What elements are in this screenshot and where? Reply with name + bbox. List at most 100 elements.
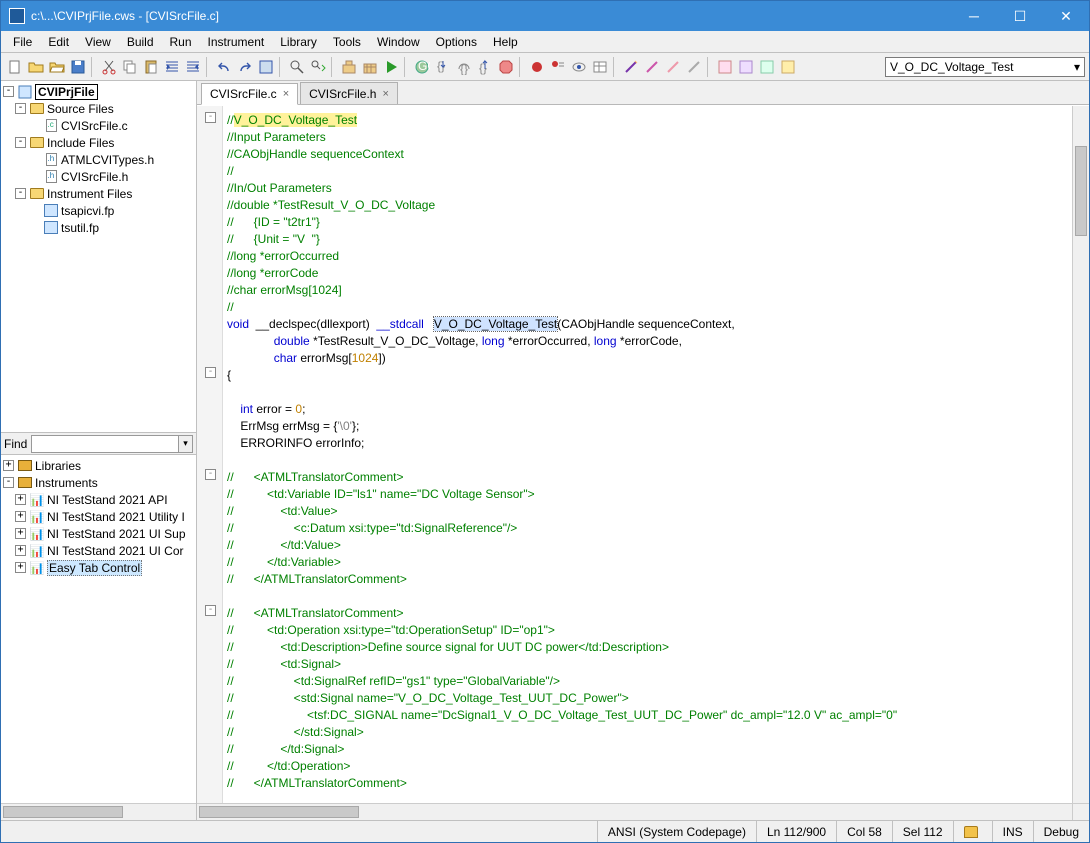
status-insert-mode[interactable]: INS — [992, 821, 1033, 842]
find-next-button[interactable] — [308, 57, 328, 77]
watch-button[interactable] — [569, 57, 589, 77]
undo-button[interactable] — [214, 57, 234, 77]
titlebar[interactable]: c:\...\CVIPrjFile.cws - [CVISrcFile.c] ─… — [1, 1, 1089, 31]
open-folder-button[interactable] — [47, 57, 67, 77]
expand-icon[interactable]: + — [15, 511, 26, 522]
tree-item-selected[interactable]: Easy Tab Control — [47, 560, 142, 576]
new-button[interactable] — [5, 57, 25, 77]
tree-item[interactable]: tsapicvi.fp — [61, 204, 114, 218]
menu-edit[interactable]: Edit — [40, 32, 77, 52]
code-editor[interactable]: //V_O_DC_Voltage_Test //Input Parameters… — [223, 106, 1072, 803]
indent-right-button[interactable] — [183, 57, 203, 77]
tree-item[interactable]: CVISrcFile.h — [61, 170, 128, 184]
tree-group[interactable]: Include Files — [47, 136, 114, 150]
expand-icon[interactable]: + — [3, 460, 14, 471]
save-button[interactable] — [68, 57, 88, 77]
project-tree[interactable]: -CVIPrjFile -Source Files CVISrcFile.c -… — [1, 81, 196, 433]
menu-build[interactable]: Build — [119, 32, 162, 52]
fold-icon[interactable]: - — [205, 367, 216, 378]
expand-icon[interactable]: + — [15, 545, 26, 556]
tree-item[interactable]: Instruments — [35, 476, 98, 490]
menu-instrument[interactable]: Instrument — [200, 32, 273, 52]
stop-button[interactable] — [496, 57, 516, 77]
run-button[interactable] — [381, 57, 401, 77]
tree-item[interactable]: NI TestStand 2021 UI Sup — [47, 527, 186, 541]
tab-cvisrcfile-h[interactable]: CVISrcFile.h× — [300, 82, 398, 104]
open-button[interactable] — [26, 57, 46, 77]
menu-options[interactable]: Options — [428, 32, 485, 52]
tab-cvisrcfile-c[interactable]: CVISrcFile.c× — [201, 83, 298, 105]
build-all-button[interactable] — [360, 57, 380, 77]
scrollbar-thumb[interactable] — [1075, 146, 1087, 236]
status-column[interactable]: Col 58 — [836, 821, 892, 842]
find-input[interactable] — [31, 435, 179, 453]
tree-item[interactable]: NI TestStand 2021 API — [47, 493, 168, 507]
fold-icon[interactable]: - — [205, 112, 216, 123]
tree-item[interactable]: Libraries — [35, 459, 81, 473]
tree-item[interactable]: tsutil.fp — [61, 221, 99, 235]
copy-button[interactable] — [120, 57, 140, 77]
minimize-button[interactable]: ─ — [951, 1, 997, 31]
gutter[interactable]: - - - - — [197, 106, 223, 803]
horizontal-scrollbar[interactable] — [197, 804, 1072, 820]
tree-item[interactable]: NI TestStand 2021 UI Cor — [47, 544, 184, 558]
fold-icon[interactable]: - — [205, 605, 216, 616]
build-button[interactable] — [339, 57, 359, 77]
tree-item[interactable]: CVISrcFile.c — [61, 119, 128, 133]
close-tab-icon[interactable]: × — [382, 88, 388, 100]
continue-button[interactable]: GO — [412, 57, 432, 77]
find-button[interactable] — [287, 57, 307, 77]
tree-item[interactable]: ATMLCVITypes.h — [61, 153, 154, 167]
scrollbar-thumb[interactable] — [3, 806, 123, 818]
function-combo[interactable]: V_O_DC_Voltage_Test ▾ — [885, 57, 1085, 77]
collapse-icon[interactable]: - — [3, 477, 14, 488]
tree-group[interactable]: Source Files — [47, 102, 114, 116]
collapse-icon[interactable]: - — [15, 103, 26, 114]
menu-library[interactable]: Library — [272, 32, 325, 52]
vertical-scrollbar[interactable] — [1072, 106, 1089, 803]
wand-button[interactable] — [621, 57, 641, 77]
redo-button[interactable] — [235, 57, 255, 77]
collapse-icon[interactable]: - — [15, 188, 26, 199]
menu-window[interactable]: Window — [369, 32, 428, 52]
scrollbar-thumb[interactable] — [199, 806, 359, 818]
status-position[interactable]: Ln 112/900 — [756, 821, 836, 842]
cut-button[interactable] — [99, 57, 119, 77]
collapse-icon[interactable]: - — [3, 86, 14, 97]
library-tree[interactable]: +Libraries -Instruments +📊NI TestStand 2… — [1, 455, 196, 803]
indent-left-button[interactable] — [162, 57, 182, 77]
status-lock[interactable] — [953, 821, 992, 842]
compile-button[interactable] — [256, 57, 276, 77]
close-tab-icon[interactable]: × — [283, 88, 289, 100]
wand3-button[interactable] — [663, 57, 683, 77]
tree-item[interactable]: NI TestStand 2021 Utility I — [47, 510, 185, 524]
breakpoint-button[interactable] — [527, 57, 547, 77]
collapse-icon[interactable]: - — [15, 137, 26, 148]
left-horizontal-scrollbar[interactable] — [1, 803, 196, 820]
menu-file[interactable]: File — [5, 32, 40, 52]
step-into-button[interactable]: {} — [433, 57, 453, 77]
status-config[interactable]: Debug — [1033, 821, 1089, 842]
expand-icon[interactable]: + — [15, 562, 26, 573]
menu-tools[interactable]: Tools — [325, 32, 369, 52]
breakpoint-list-button[interactable] — [548, 57, 568, 77]
paste-button[interactable] — [141, 57, 161, 77]
menu-help[interactable]: Help — [485, 32, 526, 52]
panel1-button[interactable] — [715, 57, 735, 77]
tree-group[interactable]: Instrument Files — [47, 187, 132, 201]
wand4-button[interactable] — [684, 57, 704, 77]
menu-run[interactable]: Run — [162, 32, 200, 52]
status-encoding[interactable]: ANSI (System Codepage) — [597, 821, 756, 842]
project-root[interactable]: CVIPrjFile — [35, 84, 98, 100]
expand-icon[interactable]: + — [15, 494, 26, 505]
find-dropdown-button[interactable]: ▾ — [179, 435, 193, 453]
panel4-button[interactable] — [778, 57, 798, 77]
wand2-button[interactable] — [642, 57, 662, 77]
step-out-button[interactable]: {} — [475, 57, 495, 77]
maximize-button[interactable]: ☐ — [997, 1, 1043, 31]
status-selection[interactable]: Sel 112 — [892, 821, 953, 842]
fold-icon[interactable]: - — [205, 469, 216, 480]
expand-icon[interactable]: + — [15, 528, 26, 539]
close-button[interactable]: ✕ — [1043, 1, 1089, 31]
step-over-button[interactable]: {} — [454, 57, 474, 77]
